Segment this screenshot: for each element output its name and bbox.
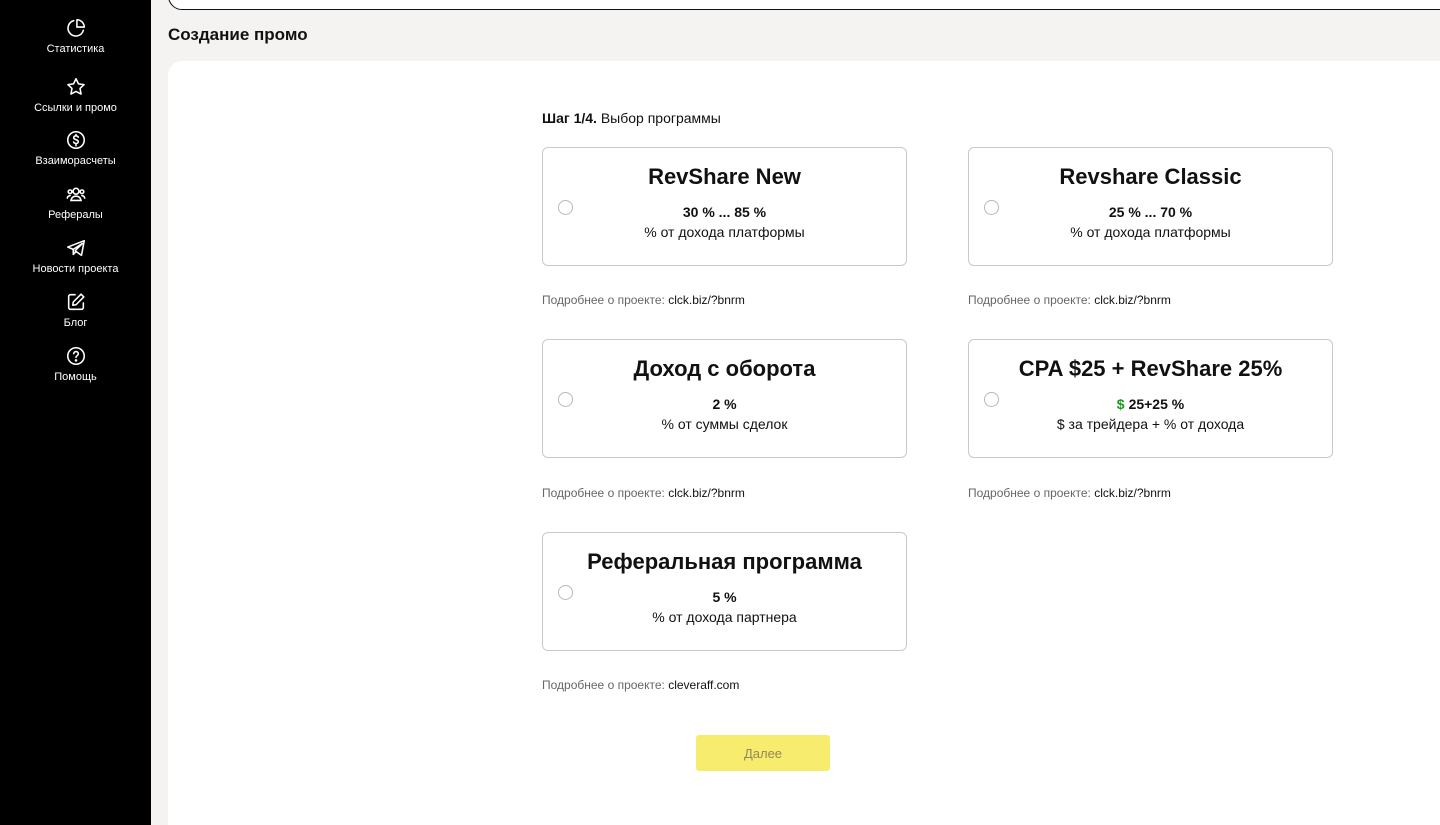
sidebar-item-label: Ссылки и промо [34, 102, 117, 114]
program-rate-value: 25 % ... 70 % [1108, 204, 1193, 220]
dollar-icon: $ [1116, 396, 1125, 412]
program-more-info: Подробнее о проекте: clck.biz/?bnrm [542, 293, 745, 307]
edit-icon [65, 291, 87, 313]
program-card-revshare-classic[interactable]: Revshare Classic 25 % ... 70 % % от дохо… [968, 147, 1333, 266]
program-description: % от дохода партнера [652, 609, 797, 625]
sidebar-item-label: Помощь [54, 371, 97, 383]
pie-chart-icon [65, 17, 87, 39]
next-button[interactable]: Далее [696, 735, 830, 771]
program-title: Revshare Classic [1059, 164, 1242, 189]
sidebar-item-statistics[interactable]: Статистика [0, 17, 151, 55]
program-rate: $25+25 % [969, 396, 1332, 412]
program-rate-value: 30 % ... 85 % [682, 204, 767, 220]
sidebar-item-blog[interactable]: Блог [0, 291, 151, 329]
program-rate: 25 % ... 70 % [969, 204, 1332, 220]
program-title: Реферальная программа [587, 549, 862, 574]
program-description: % от суммы сделок [661, 416, 788, 432]
program-rate-value: 25+25 % [1128, 396, 1185, 412]
program-title: Доход с оборота [633, 356, 816, 381]
step-number: Шаг 1/4. [542, 110, 597, 126]
program-rate: 2 % [543, 396, 906, 412]
program-description: $ за трейдера + % от дохода [1056, 416, 1245, 432]
more-label: Подробнее о проекте: [542, 293, 665, 307]
sidebar-item-label: Взаиморасчеты [35, 155, 116, 167]
more-label: Подробнее о проекте: [542, 678, 665, 692]
program-rate: 5 % [543, 589, 906, 605]
program-card-cpa-revshare[interactable]: CPA $25 + RevShare 25% $25+25 % $ за тре… [968, 339, 1333, 458]
program-more-info: Подробнее о проекте: clck.biz/?bnrm [968, 486, 1171, 500]
page-title: Создание промо [168, 25, 308, 44]
program-rate-value: 2 % [712, 396, 737, 412]
sidebar-item-help[interactable]: Помощь [0, 345, 151, 383]
program-card-revshare-new[interactable]: RevShare New 30 % ... 85 % % от дохода п… [542, 147, 907, 266]
dollar-circle-icon [65, 129, 87, 151]
sidebar-item-links-promo[interactable]: Ссылки и промо [0, 76, 151, 114]
program-link[interactable]: clck.biz/?bnrm [1094, 293, 1171, 307]
sidebar-item-label: Статистика [46, 43, 105, 55]
program-link[interactable]: clck.biz/?bnrm [668, 293, 745, 307]
top-bar [168, 0, 1440, 10]
program-more-info: Подробнее о проекте: cleveraff.com [542, 678, 739, 692]
step-text: Выбор программы [596, 110, 721, 126]
help-icon [65, 345, 87, 367]
program-description: % от дохода платформы [1070, 224, 1231, 240]
program-more-info: Подробнее о проекте: clck.biz/?bnrm [968, 293, 1171, 307]
program-link[interactable]: clck.biz/?bnrm [668, 486, 745, 500]
sidebar-item-settlements[interactable]: Взаиморасчеты [0, 129, 151, 167]
program-rate-value: 5 % [712, 589, 737, 605]
sidebar-item-label: Блог [63, 317, 88, 329]
sidebar-item-referrals[interactable]: Рефералы [0, 183, 151, 221]
program-more-info: Подробнее о проекте: clck.biz/?bnrm [542, 486, 745, 500]
program-rate: 30 % ... 85 % [543, 204, 906, 220]
step-indicator: Шаг 1/4. Выбор программы [542, 110, 721, 126]
users-icon [65, 183, 87, 205]
program-description: % от дохода платформы [644, 224, 805, 240]
program-link[interactable]: clck.biz/?bnrm [1094, 486, 1171, 500]
program-card-turnover-income[interactable]: Доход с оборота 2 % % от суммы сделок [542, 339, 907, 458]
more-label: Подробнее о проекте: [968, 293, 1091, 307]
star-icon [65, 76, 87, 98]
sidebar-item-label: Рефералы [48, 209, 103, 221]
program-card-referral[interactable]: Реферальная программа 5 % % от дохода па… [542, 532, 907, 651]
sidebar: Статистика Ссылки и промо Взаиморасчеты [0, 0, 151, 825]
sidebar-item-news[interactable]: Новости проекта [0, 237, 151, 275]
program-title: RevShare New [648, 164, 801, 189]
program-link[interactable]: cleveraff.com [668, 678, 739, 692]
more-label: Подробнее о проекте: [968, 486, 1091, 500]
program-title: CPA $25 + RevShare 25% [1018, 356, 1283, 381]
telegram-icon [65, 237, 87, 259]
sidebar-item-label: Новости проекта [32, 263, 119, 275]
more-label: Подробнее о проекте: [542, 486, 665, 500]
